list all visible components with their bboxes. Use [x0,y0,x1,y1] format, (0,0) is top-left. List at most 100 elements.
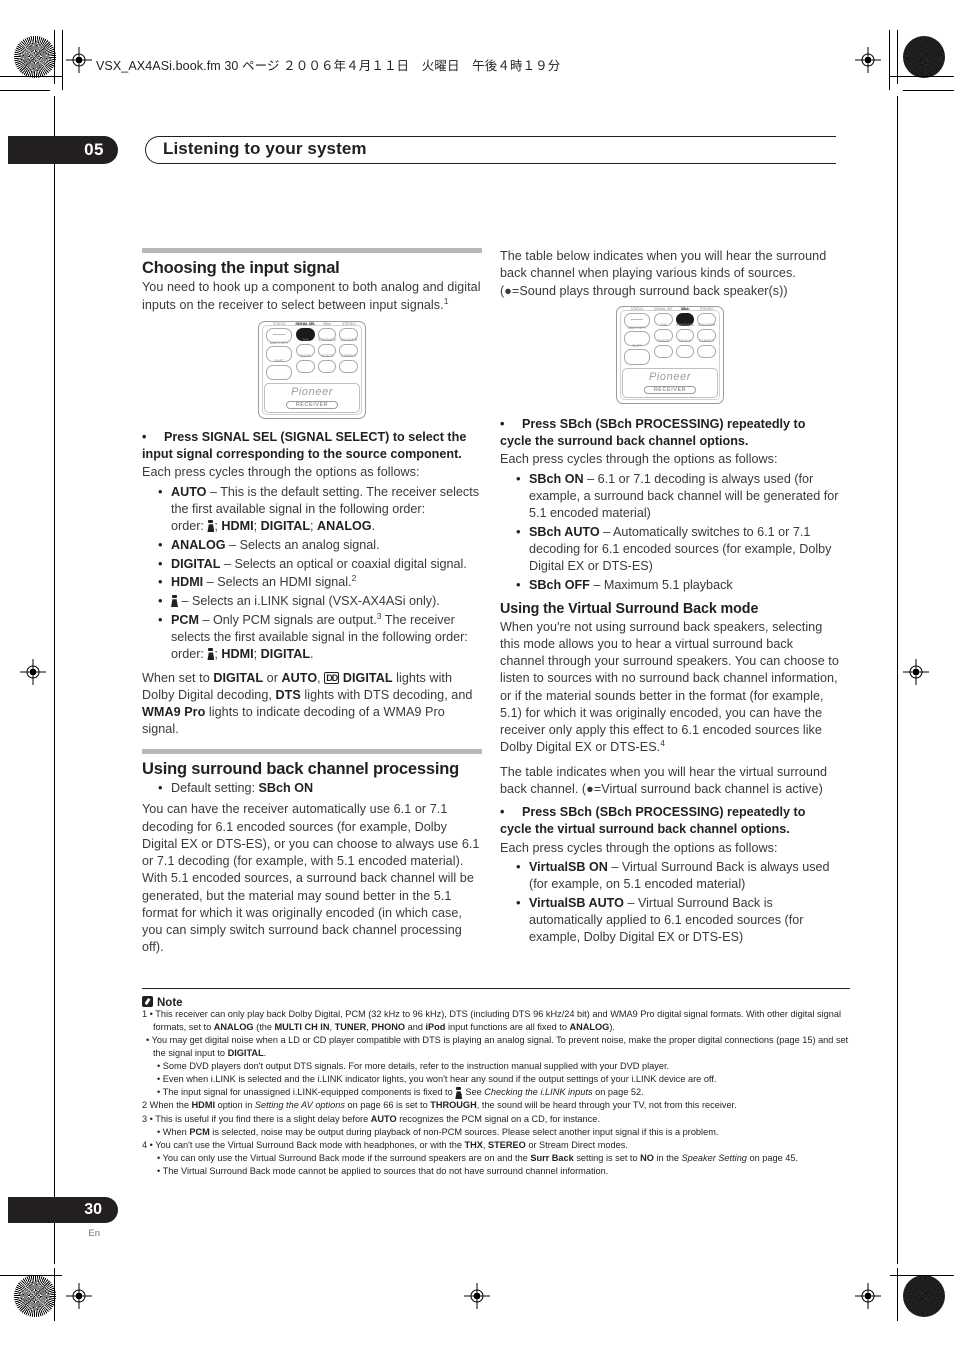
txt: on page 52. [592,1087,644,1098]
term-digital: DIGITAL [213,670,264,685]
txt: (the [253,1022,275,1033]
remote-illustration-sbch: STATUS MULTI OPR SHIFT SIGNAL SEL SBch S… [616,305,724,404]
cycle-note: Each press cycles through the options as… [142,465,420,480]
cycle-note: Each press cycles through the options as… [500,452,778,467]
pioneer-logo: Pioneer [290,386,334,399]
filled-circle-symbol: ● [504,283,512,298]
txt: When set to [142,670,214,685]
registration-mark-bottom-center [464,1283,490,1309]
list-item-virtualsb-on: VirtualSB ON – Virtual Surround Back is … [516,858,840,894]
default-setting-label: Default setting: [171,781,259,796]
section-heading-virtual-surround-back: Using the Virtual Surround Back mode [500,601,759,618]
instruction-press-signal-sel: • Press SIGNAL SEL (SIGNAL SELECT) to sel… [142,429,482,464]
option-desc-hdmi: – Selects an HDMI signal. [203,575,352,590]
list-item-sbch-off: SBch OFF – Maximum 5.1 playback [516,576,840,594]
print-density-patch-bottom-left [14,1275,56,1317]
virtual-surround-body: When you're not using surround back spea… [500,619,840,757]
term-dd-digital: DIGITAL [339,670,393,685]
txt: input functions are all fixed to [445,1022,570,1033]
virtualsb-option-list: VirtualSB ON – Virtual Surround Back is … [500,858,840,947]
option-term-sbch-off: SBch OFF [529,578,590,592]
order-hdmi: HDMI [221,647,254,662]
option-desc-sbch-off: – Maximum 5.1 playback [589,578,733,592]
page-language-code: En [88,1228,100,1239]
bullet-glyph: • [500,805,505,820]
page-title: Listening to your system [163,139,367,158]
surround-back-body: You can have the receiver automatically … [142,802,480,955]
instruction-text: Press SBch (SBch PROCESSING) repeatedly … [500,416,806,448]
txt: in the [653,1152,682,1163]
bullet-glyph: • [142,429,147,444]
remote-key-phase: PHASE [654,339,673,358]
txt: and [405,1022,426,1033]
remote-illustration-signal-sel: STATUS MULTI OPR SHIFT SIGNAL SEL SBch S… [258,320,366,419]
option-desc-analog: – Selects an analog signal. [225,537,380,552]
term: THX [464,1139,483,1150]
txt: . [263,1048,267,1059]
list-item-ilink: – Selects an i.LINK signal (VSX-AX4ASi o… [158,592,482,610]
footnote-1e: • The input signal for unassigned i.LINK… [142,1086,850,1099]
option-desc-digital: – Selects an optical or coaxial digital … [220,556,467,571]
remote-mode-receiver-label: RECEIVER [643,386,697,395]
term: ANALOG [213,1022,254,1033]
order-sep: ; [253,519,261,534]
right-column: The table below indicates when you will … [500,248,840,953]
txt: • You can only use the Virtual Surround … [157,1152,531,1163]
remote-key-s-direct: S.DIRECT [339,354,359,373]
term: AUTO [370,1113,397,1124]
remote-key-shift: SHIFT [624,344,650,365]
order-end: . [310,647,314,662]
txt: 2 When the [142,1100,192,1111]
filled-circle-symbol: ● [586,781,594,796]
cross-reference-title: Checking the i.LINK inputs [484,1087,593,1098]
dolby-digital-icon: DD [324,671,340,684]
option-term-auto: AUTO [171,484,207,499]
txt: • When [157,1126,190,1137]
option-term-analog: ANALOG [171,537,226,552]
txt: When you're not using surround back spea… [500,619,839,755]
remote-key-s-direct: S.DIRECT [697,339,717,358]
order-hdmi: HDMI [221,519,254,534]
crop-line-top-right-v2 [889,30,890,90]
option-term-hdmi: HDMI [171,575,204,590]
txt: option in [215,1100,255,1111]
ilink-icon [207,648,214,660]
footnote-1a: 1 • This receiver can only play back Dol… [142,1008,850,1034]
footnote-4b: • You can only use the Virtual Surround … [142,1152,850,1165]
footnote-ref-1: 1 [443,295,449,306]
footnote-3b: • When PCM is selected, noise may be out… [142,1126,850,1139]
chapter-number-badge: 05 [8,136,118,164]
term: THROUGH [430,1100,477,1111]
page-number-badge: 30 [8,1197,118,1223]
order-sep: ; [310,519,318,534]
txt: setting is set to [573,1152,641,1163]
remote-key-mcacc: MCACC [317,354,337,373]
print-density-patch-bottom-right [903,1275,945,1317]
cross-reference-title: Speaker Setting [681,1152,747,1163]
registration-mark-top-right [855,47,881,73]
list-item-default-setting: Default setting: SBch ON [158,779,482,797]
order-digital: DIGITAL [260,647,311,662]
remote-mode-receiver-label: RECEIVER [285,401,339,410]
list-item-digital: DIGITAL – Selects an optical or coaxial … [158,555,482,573]
term: HDMI [191,1100,216,1111]
footnote-ref-4: 4 [660,738,665,749]
term: PCM [189,1126,210,1137]
crop-line-top-right-h2 [903,90,954,91]
option-term-sbch-on: SBch ON [529,471,584,486]
crop-line-top-left-v2 [62,30,63,90]
option-term-pcm: PCM [171,612,199,627]
crop-line-top-left-h2 [0,90,50,91]
registration-mark-left-middle [20,659,46,685]
order-sep: ; [253,647,261,662]
footnote-1c: • Some DVD players don't output DTS sign… [157,1061,670,1072]
instruction-press-sbch-virtual: • Press SBch (SBch PROCESSING) repeatedly… [500,804,840,839]
instruction-text: Press SBch (SBch PROCESSING) repeatedly … [500,805,806,837]
option-desc-auto: – This is the default setting. The recei… [171,484,479,516]
registration-mark-bottom-left [66,1283,92,1309]
list-item-sbch-auto: SBch AUTO – Automatically switches to 6.… [516,523,840,576]
footnote-4c: • The Virtual Surround Back mode cannot … [157,1165,609,1176]
txt: 4 • You can't use the Virtual Surround B… [142,1139,465,1150]
default-setting-list: Default setting: SBch ON [142,779,482,797]
instruction-press-sbch: • Press SBch (SBch PROCESSING) repeatedly… [500,416,840,451]
